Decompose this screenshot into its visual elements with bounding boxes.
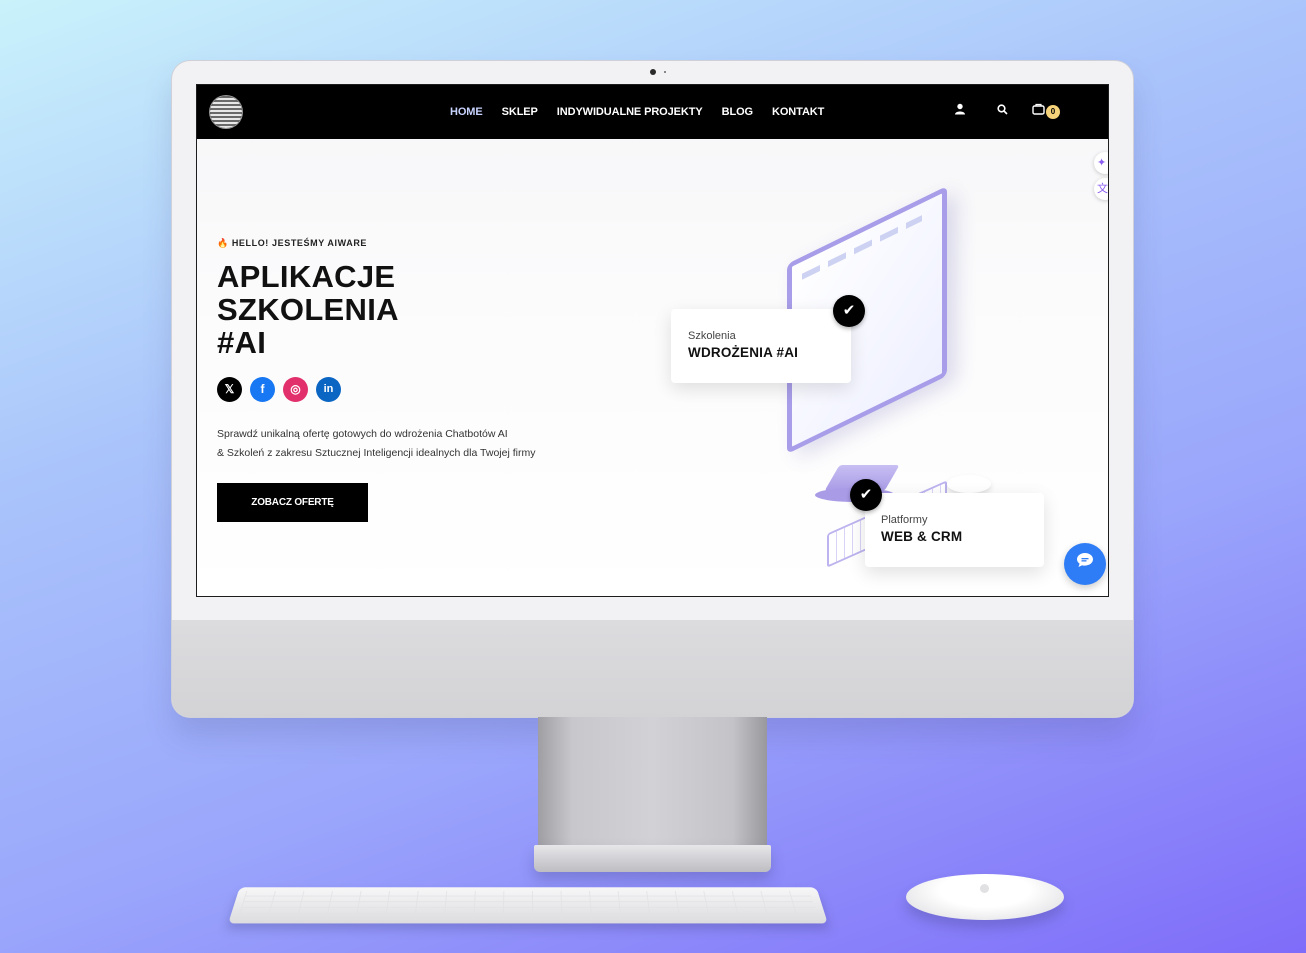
feature-card-training: Szkolenia WDROŻENIA #AI bbox=[671, 309, 851, 383]
chat-button[interactable] bbox=[1064, 543, 1106, 585]
keyboard bbox=[228, 887, 828, 924]
see-offer-button[interactable]: ZOBACZ OFERTĘ bbox=[217, 483, 368, 522]
hero-eyebrow: 🔥 HELLO! JESTEŚMY AIWARE bbox=[217, 238, 368, 248]
hero-title-line: APLIKACJE bbox=[217, 259, 396, 294]
social-links: 𝕏 f ◎ in bbox=[217, 377, 341, 402]
chat-bubble-icon bbox=[1077, 553, 1093, 567]
nav-item-blog[interactable]: BLOG bbox=[722, 105, 753, 119]
camera bbox=[650, 69, 656, 75]
translate-icon[interactable]: 文 bbox=[1094, 178, 1108, 200]
check-icon: ✔ bbox=[833, 295, 865, 327]
facebook-icon[interactable]: f bbox=[250, 377, 275, 402]
nav-item-home[interactable]: HOME bbox=[450, 105, 483, 119]
camera-sensor bbox=[664, 71, 666, 73]
hero-description: Sprawdź unikalną ofertę gotowych do wdro… bbox=[217, 428, 536, 459]
instagram-icon[interactable]: ◎ bbox=[283, 377, 308, 402]
top-navigation: HOME SKLEP INDYWIDUALNE PROJEKTY BLOG KO… bbox=[197, 85, 1108, 139]
linkedin-icon[interactable]: in bbox=[316, 377, 341, 402]
monitor-foot bbox=[534, 845, 771, 872]
illustration-mouse bbox=[947, 475, 991, 493]
website-screen: HOME SKLEP INDYWIDUALNE PROJEKTY BLOG KO… bbox=[196, 84, 1109, 597]
cart-icon[interactable] bbox=[1030, 103, 1046, 119]
user-icon[interactable] bbox=[952, 103, 968, 119]
nav-item-kontakt[interactable]: KONTAKT bbox=[772, 105, 824, 119]
main-menu: HOME SKLEP INDYWIDUALNE PROJEKTY BLOG KO… bbox=[450, 105, 843, 119]
cart-count-badge: 0 bbox=[1046, 105, 1060, 119]
monitor-stand bbox=[538, 717, 767, 847]
site-logo[interactable] bbox=[210, 96, 242, 128]
monitor-chin bbox=[172, 620, 1133, 717]
hero-title-line: #AI bbox=[217, 325, 267, 360]
ai-assist-icon[interactable]: ✦ bbox=[1094, 152, 1108, 174]
nav-item-indywidualne-projekty[interactable]: INDYWIDUALNE PROJEKTY bbox=[557, 105, 703, 119]
x-icon[interactable]: 𝕏 bbox=[217, 377, 242, 402]
mouse bbox=[906, 874, 1064, 920]
feature-card-platforms: Platformy WEB & CRM bbox=[865, 493, 1044, 567]
fire-icon: 🔥 bbox=[217, 238, 229, 248]
nav-item-sklep[interactable]: SKLEP bbox=[502, 105, 538, 119]
hero-title-line: SZKOLENIA bbox=[217, 292, 399, 327]
hero-title: APLIKACJE SZKOLENIA #AI bbox=[217, 260, 399, 359]
search-icon[interactable] bbox=[994, 103, 1010, 119]
check-icon: ✔ bbox=[850, 479, 882, 511]
apple-logo-icon bbox=[980, 884, 989, 893]
